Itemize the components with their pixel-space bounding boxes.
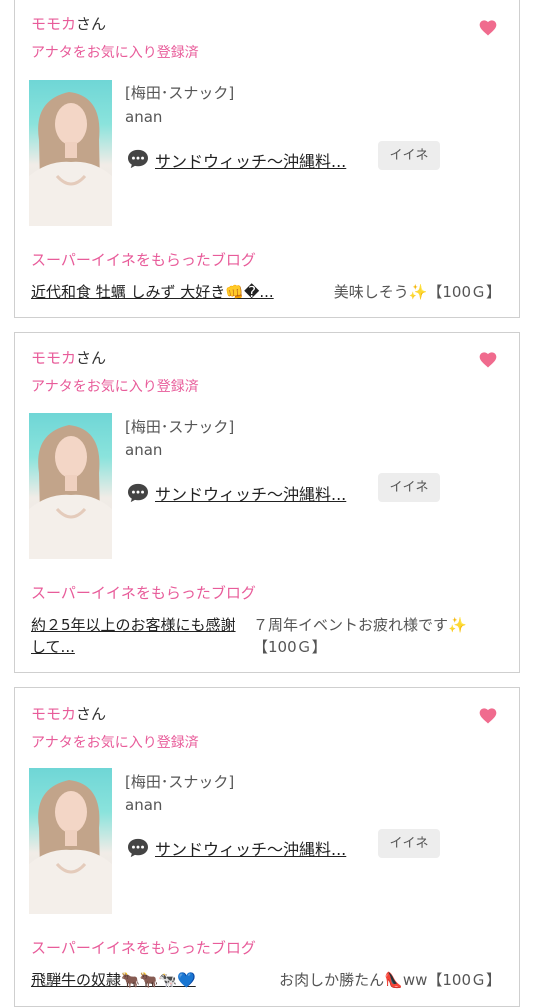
super-iine-section-title: スーパーイイネをもらったブログ: [31, 939, 256, 957]
iine-button[interactable]: イイネ: [378, 829, 440, 858]
super-iine-blog-link[interactable]: 約２5年以上のお客様にも感謝して...: [31, 614, 246, 658]
iine-button[interactable]: イイネ: [378, 473, 440, 502]
shop-area-label: [梅田･スナック]: [125, 84, 235, 102]
iine-button[interactable]: イイネ: [378, 141, 440, 170]
user-name[interactable]: モモカさん: [31, 347, 106, 368]
favorite-status: アナタをお気に入り登録済: [31, 735, 199, 751]
favorite-card: モモカさん アナタをお気に入り登録済 [梅田･スナック] anan サンドウィッ…: [14, 687, 520, 1007]
favorite-status: アナタをお気に入り登録済: [31, 379, 199, 395]
super-iine-blog-link[interactable]: 飛騨牛の奴隷🐂🐂🐄💙: [31, 969, 196, 991]
blog-title-link[interactable]: サンドウィッチ〜沖縄料...: [155, 148, 346, 172]
user-name[interactable]: モモカさん: [31, 703, 106, 724]
shop-area-label: [梅田･スナック]: [125, 418, 235, 436]
honorific: さん: [76, 705, 107, 723]
blog-title-link[interactable]: サンドウィッチ〜沖縄料...: [155, 836, 346, 860]
super-iine-comment: 美味しそう✨【100Ｇ】: [333, 283, 501, 301]
user-name-text[interactable]: モモカ: [31, 705, 76, 723]
super-iine-comment: ７周年イベントお疲れ様です✨【100Ｇ】: [253, 616, 467, 656]
user-name-text[interactable]: モモカ: [31, 15, 76, 33]
heart-icon[interactable]: [478, 18, 498, 38]
cast-photo[interactable]: [29, 80, 112, 226]
heart-icon[interactable]: [478, 706, 498, 726]
super-iine-comment: お肉しか勝たん👠ww【100Ｇ】: [279, 971, 501, 989]
super-iine-blog-link[interactable]: 近代和食 牡蠣 しみず 大好き👊�...: [31, 281, 306, 303]
cast-photo[interactable]: [29, 768, 112, 914]
chat-bubble-icon: [128, 149, 148, 169]
chat-bubble-icon: [128, 483, 148, 503]
cast-name: anan: [125, 796, 163, 814]
cast-name: anan: [125, 108, 163, 126]
favorite-card: モモカさん アナタをお気に入り登録済 [梅田･スナック] anan サンドウィッ…: [14, 0, 520, 318]
blog-title-link[interactable]: サンドウィッチ〜沖縄料...: [155, 481, 346, 505]
super-iine-section-title: スーパーイイネをもらったブログ: [31, 584, 256, 602]
cast-photo[interactable]: [29, 413, 112, 559]
honorific: さん: [76, 15, 107, 33]
favorite-card: モモカさん アナタをお気に入り登録済 [梅田･スナック] anan サンドウィッ…: [14, 332, 520, 673]
user-name[interactable]: モモカさん: [31, 13, 106, 34]
shop-area-label: [梅田･スナック]: [125, 773, 235, 791]
heart-icon[interactable]: [478, 350, 498, 370]
chat-bubble-icon: [128, 838, 148, 858]
honorific: さん: [76, 349, 107, 367]
favorite-status: アナタをお気に入り登録済: [31, 45, 199, 61]
user-name-text[interactable]: モモカ: [31, 349, 76, 367]
super-iine-section-title: スーパーイイネをもらったブログ: [31, 251, 256, 269]
cast-name: anan: [125, 441, 163, 459]
